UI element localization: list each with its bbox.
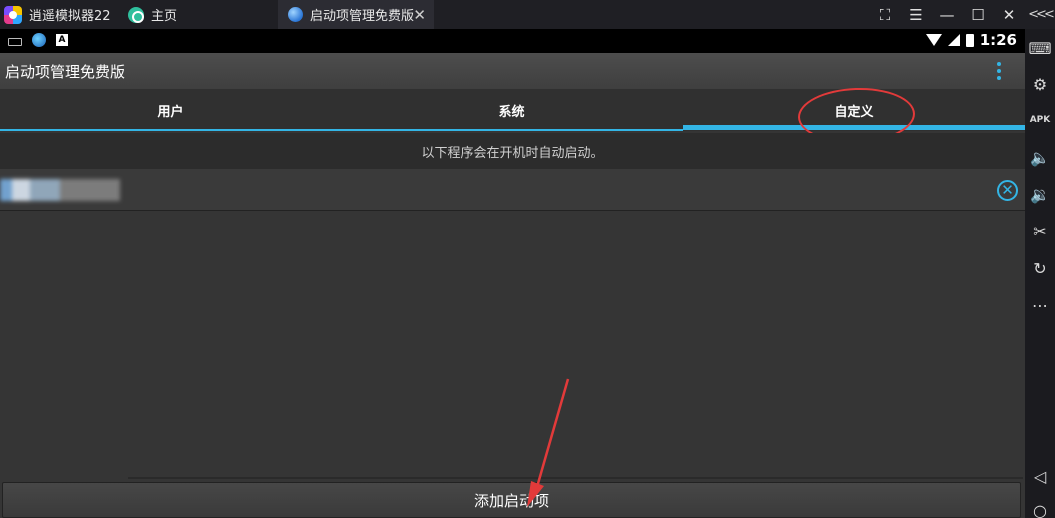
home-tab-label: 主页: [151, 9, 178, 24]
app-tab-label: 逍遥模拟器22: [29, 9, 111, 24]
keyboard-icon[interactable]: ⌨: [1025, 33, 1055, 63]
a-status-icon: A: [56, 34, 68, 46]
signal-icon: [947, 34, 960, 46]
menu-icon[interactable]: ☰: [901, 0, 931, 29]
rotate-icon[interactable]: ↻: [1025, 253, 1055, 283]
app-tab[interactable]: 逍遥模拟器22: [4, 0, 111, 29]
overflow-menu-icon[interactable]: [997, 62, 1001, 80]
fullscreen-icon[interactable]: ⛶: [870, 0, 900, 29]
blurred-app-entry: [0, 179, 120, 201]
status-time: 1:26: [979, 31, 1017, 49]
home-tab[interactable]: 主页: [128, 0, 177, 29]
active-tab-label: 启动项管理免费版: [310, 9, 415, 24]
volume-up-icon[interactable]: 🔈: [1025, 142, 1055, 172]
action-bar: 启动项管理免费版: [0, 53, 1025, 89]
minimize-icon[interactable]: —: [932, 0, 962, 29]
wifi-icon: [925, 34, 942, 46]
android-screen: A 1:26 启动项管理免费版 用户 系统 自定义 以下程序会在开机时自动启动。…: [0, 29, 1025, 518]
tab-user[interactable]: 用户: [0, 89, 341, 131]
divider: [128, 477, 1023, 479]
battery-icon: [965, 33, 974, 47]
startup-manager-icon: [288, 7, 303, 22]
globe-icon: [32, 33, 46, 47]
remove-item-icon[interactable]: ✕: [997, 180, 1018, 201]
emulator-sidebar: ⌨ ⚙ APK 🔈 🔉 ✂ ↻ ⋯ ◁ ○: [1025, 29, 1055, 518]
volume-down-icon[interactable]: 🔉: [1025, 179, 1055, 209]
back-icon[interactable]: ◁: [1025, 461, 1055, 491]
maximize-icon[interactable]: ☐: [963, 0, 993, 29]
emulator-titlebar: 逍遥模拟器22 主页 启动项管理免费版 ✕ ⛶ ☰ — ☐ ✕: [0, 0, 1055, 29]
close-window-icon[interactable]: ✕: [994, 0, 1024, 29]
more-icon[interactable]: ⋯: [1025, 290, 1055, 320]
status-bar: A 1:26: [0, 29, 1025, 53]
home-tab-icon: [128, 6, 144, 23]
settings-icon[interactable]: ⚙: [1025, 69, 1055, 99]
startup-notice: 以下程序会在开机时自动启动。: [0, 133, 1025, 169]
list-item[interactable]: ✕: [0, 169, 1025, 211]
scissors-icon[interactable]: ✂: [1025, 216, 1055, 246]
emulator-logo-icon: [4, 5, 22, 24]
apk-icon[interactable]: APK: [1025, 105, 1055, 135]
collapse-sidebar-icon[interactable]: <<<: [1025, 0, 1055, 29]
emulator-window: 逍遥模拟器22 主页 启动项管理免费版 ✕ ⛶ ☰ — ☐ ✕ <<< ⌨ ⚙ …: [0, 0, 1055, 518]
active-app-tab[interactable]: 启动项管理免费版 ✕: [278, 0, 434, 29]
keyboard-status-icon: [8, 37, 22, 46]
tab-system[interactable]: 系统: [341, 89, 682, 131]
page-title: 启动项管理免费版: [5, 63, 126, 81]
close-tab-icon[interactable]: ✕: [413, 6, 426, 24]
tab-underline: [0, 129, 683, 131]
home-icon[interactable]: ○: [1025, 495, 1055, 518]
add-startup-item-button[interactable]: 添加启动项: [2, 482, 1021, 518]
